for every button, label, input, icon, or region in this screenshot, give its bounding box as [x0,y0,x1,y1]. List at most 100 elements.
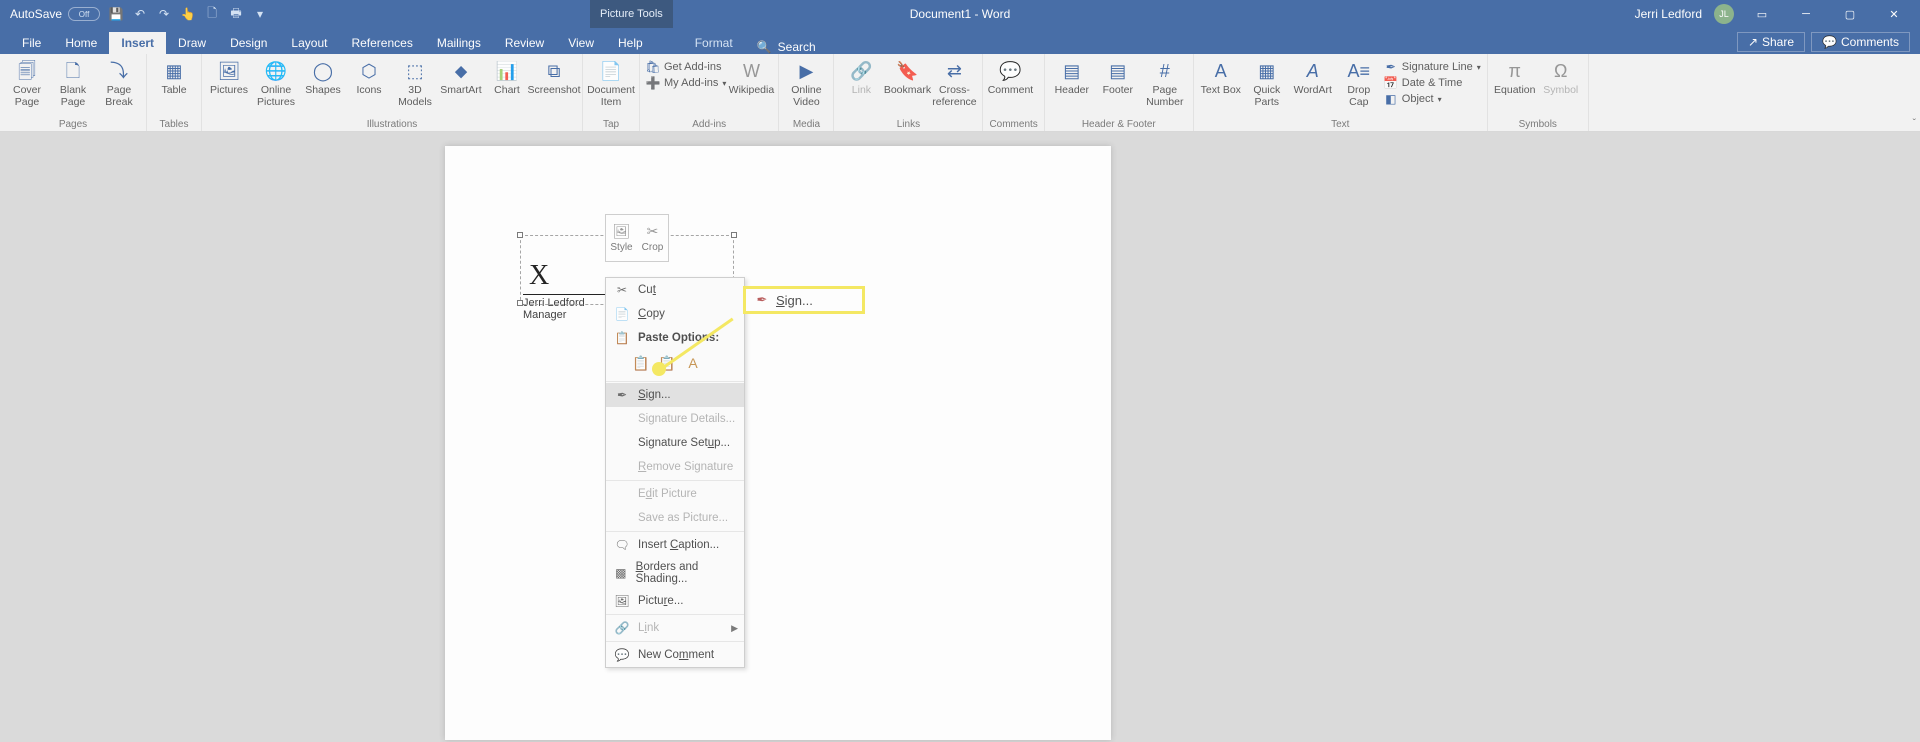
online-video-icon: ▶ [792,60,820,82]
ctx-save-as-picture: Save as Picture... [606,506,744,530]
search-placeholder: Search [778,40,816,54]
ribbon-display-icon[interactable]: ▭ [1746,4,1778,24]
ctx-borders-shading[interactable]: ▩Borders and Shading... [606,557,744,589]
3d-models-button[interactable]: ⬚3D Models [394,56,436,108]
maximize-icon[interactable]: ▢ [1834,4,1866,24]
pictures-button[interactable]: 🖼Pictures [208,56,250,96]
drop-cap-button[interactable]: A≡Drop Cap [1338,56,1380,108]
new-doc-icon[interactable]: 🗋 [204,6,220,22]
bookmark-button[interactable]: 🔖Bookmark [886,56,928,96]
shapes-button[interactable]: ◯Shapes [302,56,344,96]
ctx-paste-options-header: 📋Paste Options: [606,326,744,350]
store-icon: 🛍 [646,60,660,74]
copy-icon: 📄 [614,306,630,322]
customize-qat-icon[interactable]: ▾ [252,6,268,22]
paste-text-icon[interactable]: A [682,352,704,374]
ctx-cut[interactable]: ✂Cut [606,278,744,302]
quick-parts-icon: ▦ [1253,60,1281,82]
smartart-button[interactable]: ⬥SmartArt [440,56,482,96]
comment-insert-icon: 💬 [996,60,1024,82]
search-box[interactable]: 🔍 Search [745,40,828,54]
symbol-button[interactable]: ΩSymbol [1540,56,1582,96]
tab-draw[interactable]: Draw [166,32,218,54]
table-button[interactable]: ▦Table [153,56,195,96]
paste-keep-source-icon[interactable]: 📋 [630,352,652,374]
close-icon[interactable]: ✕ [1878,4,1910,24]
icons-button[interactable]: ⬡Icons [348,56,390,96]
footer-button[interactable]: ▤Footer [1097,56,1139,96]
new-comment-icon: 💬 [614,647,630,663]
group-tap-label: Tap [589,118,633,131]
smartart-icon: ⬥ [447,60,475,82]
print-icon[interactable]: 🖶 [228,6,244,22]
tab-view[interactable]: View [556,32,606,54]
online-pictures-button[interactable]: 🌐Online Pictures [254,56,298,108]
user-name[interactable]: Jerri Ledford [1635,7,1702,21]
wordart-button[interactable]: AWordArt [1292,56,1334,96]
cross-reference-button[interactable]: ⇄Cross-reference [932,56,976,108]
screenshot-button[interactable]: ⧉Screenshot [532,56,576,96]
text-box-button[interactable]: AText Box [1200,56,1242,96]
page-number-button[interactable]: #Page Number [1143,56,1187,108]
header-button[interactable]: ▤Header [1051,56,1093,96]
chart-button[interactable]: 📊Chart [486,56,528,96]
online-video-button[interactable]: ▶Online Video [785,56,827,108]
touch-mode-icon[interactable]: 👆 [180,6,196,22]
wikipedia-button[interactable]: WWikipedia [730,56,772,96]
tab-review[interactable]: Review [493,32,556,54]
undo-icon[interactable]: ↶ [132,6,148,22]
save-icon[interactable]: 💾 [108,6,124,22]
object-button[interactable]: ◧Object▾ [1384,92,1481,106]
tab-format[interactable]: Format [683,32,745,54]
tab-insert[interactable]: Insert [109,32,166,54]
symbol-icon: Ω [1547,60,1575,82]
blank-page-button[interactable]: 🗋Blank Page [52,56,94,108]
get-addins-button[interactable]: 🛍Get Add-ins [646,60,726,74]
collapse-ribbon-icon[interactable]: ˇ [1913,118,1916,129]
minimize-icon[interactable]: ─ [1790,4,1822,24]
ctx-new-comment[interactable]: 💬New Comment [606,643,744,667]
page-break-button[interactable]: ⤵Page Break [98,56,140,108]
tab-file[interactable]: File [10,32,53,54]
picture-icon: 🖼 [614,593,630,609]
screenshot-icon: ⧉ [540,60,568,82]
tab-home[interactable]: Home [53,32,109,54]
object-icon: ◧ [1384,92,1398,106]
mini-crop-button[interactable]: ✂Crop [637,215,668,261]
link-button[interactable]: 🔗Link [840,56,882,96]
wikipedia-icon: W [737,60,765,82]
tab-help[interactable]: Help [606,32,655,54]
tab-design[interactable]: Design [218,32,279,54]
tab-references[interactable]: References [339,32,424,54]
text-box-icon: A [1207,60,1235,82]
redo-icon[interactable]: ↷ [156,6,172,22]
group-pages-label: Pages [6,118,140,131]
autosave-toggle[interactable]: AutoSave Off [10,7,100,21]
ctx-insert-caption[interactable]: 🗨Insert Caption... [606,533,744,557]
tab-mailings[interactable]: Mailings [425,32,493,54]
cover-page-button[interactable]: 🗐Cover Page [6,56,48,108]
user-avatar[interactable]: JL [1714,4,1734,24]
document-page[interactable]: X Jerri Ledford Manager 🖼Style ✂Crop ✂Cu… [445,146,1111,740]
my-addins-button[interactable]: ➕My Add-ins▾ [646,76,726,90]
ribbon-tabs: File Home Insert Draw Design Layout Refe… [0,28,1920,54]
comment-button[interactable]: 💬Comment [989,56,1031,96]
date-time-button[interactable]: 📅Date & Time [1384,76,1481,90]
quick-parts-button[interactable]: ▦Quick Parts [1246,56,1288,108]
ctx-sign[interactable]: ✒Sign... [606,383,744,407]
share-button[interactable]: ↗Share [1737,32,1805,52]
document-item-button[interactable]: 📄Document Item [589,56,633,108]
equation-button[interactable]: πEquation [1494,56,1536,96]
ctx-remove-signature: Remove Signature [606,455,744,479]
comments-button[interactable]: 💬Comments [1811,32,1910,52]
tab-layout[interactable]: Layout [279,32,339,54]
ctx-signature-setup[interactable]: Signature Setup... [606,431,744,455]
group-comments-label: Comments [989,118,1037,131]
mini-style-button[interactable]: 🖼Style [606,215,637,261]
online-pictures-icon: 🌐 [262,60,290,82]
caption-icon: 🗨 [614,537,630,553]
group-text-label: Text [1200,118,1481,131]
ctx-picture[interactable]: 🖼Picture... [606,589,744,613]
page-number-icon: # [1151,60,1179,82]
signature-line-button[interactable]: ✒Signature Line▾ [1384,60,1481,74]
